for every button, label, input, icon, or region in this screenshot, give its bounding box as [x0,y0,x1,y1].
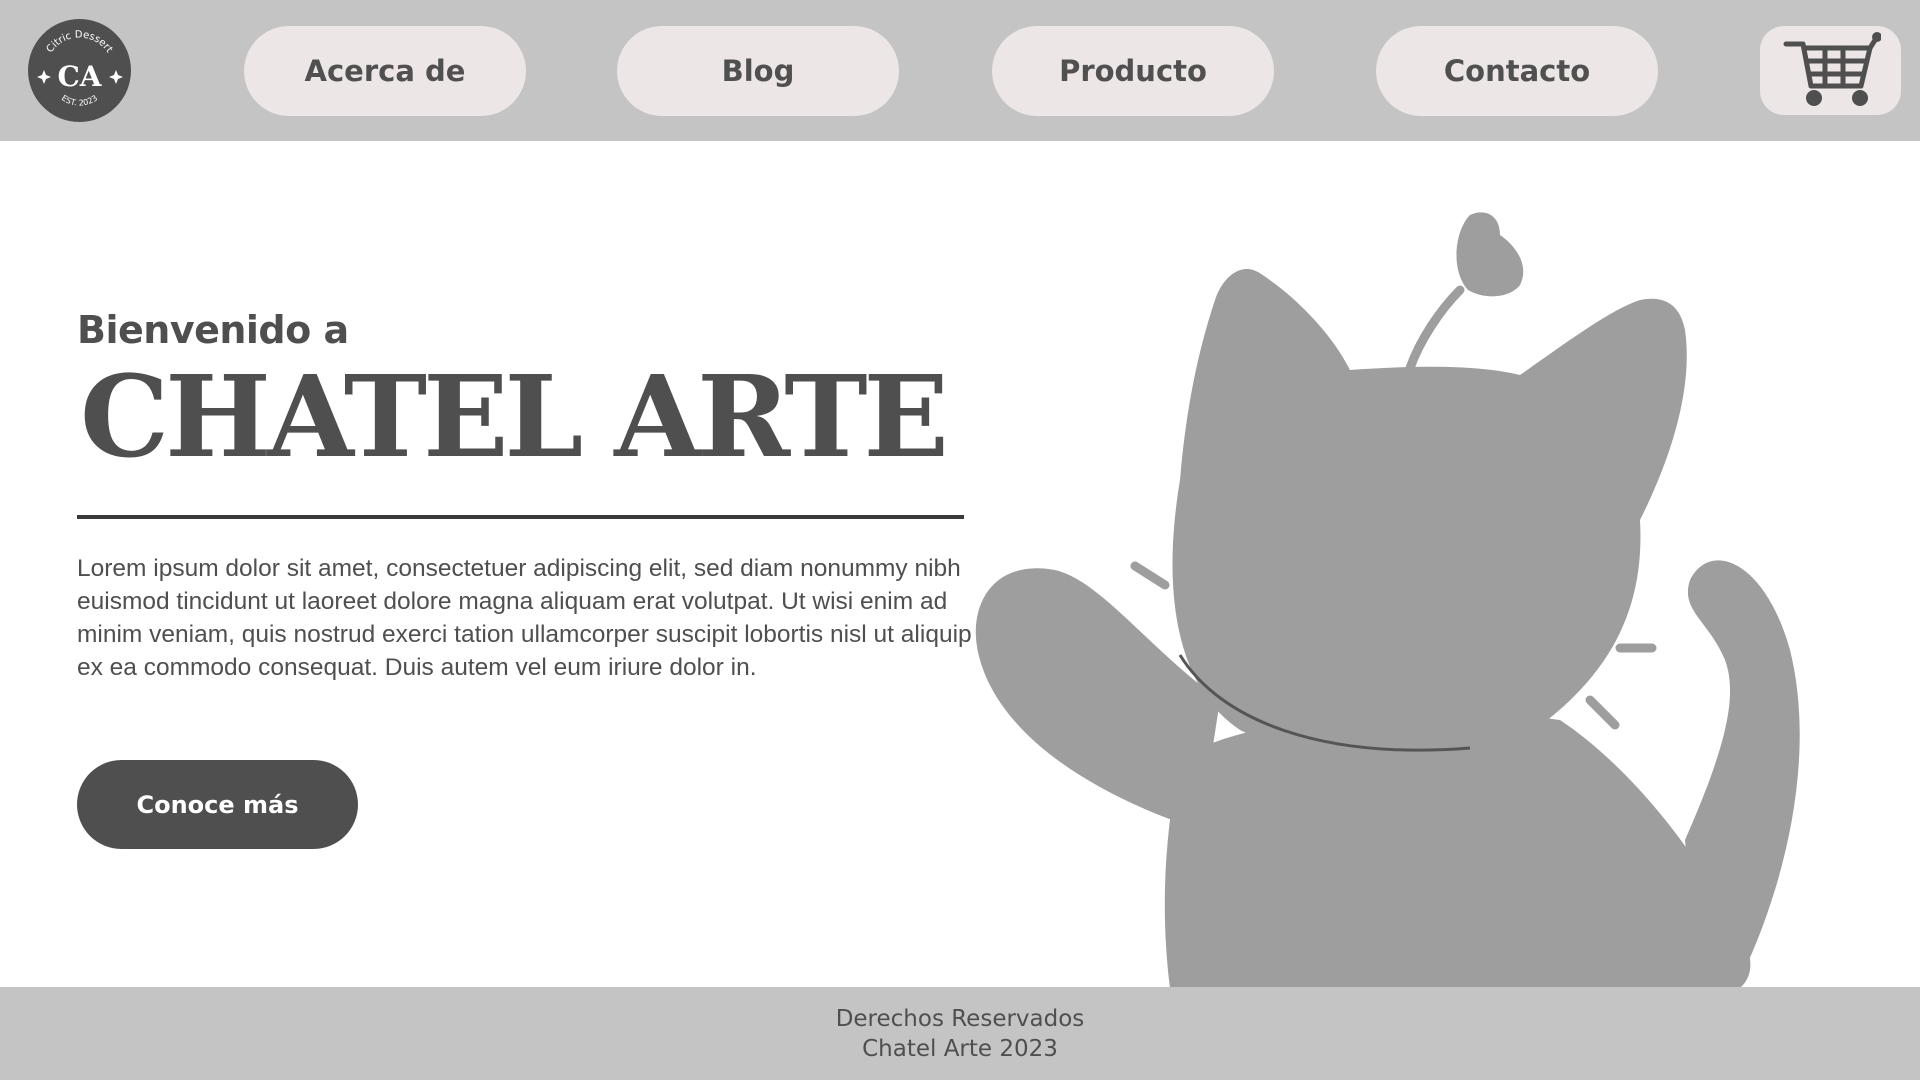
cat-head [1172,268,1687,762]
title-divider [77,515,964,519]
footer-rights: Derechos Reservados [835,1005,1085,1032]
logo-badge-icon: Citric Dessert CA EST. 2023 [37,29,123,108]
nav-blog-button[interactable]: Blog [617,26,899,116]
heart-antenna-icon [1456,212,1524,297]
sparkle-right-icon [109,70,123,84]
hero-description: Lorem ipsum dolor sit amet, consectetuer… [77,555,972,681]
whisker-left [1130,561,1170,590]
nav-contact-button[interactable]: Contacto [1376,26,1658,116]
brand-title: CHATEL ARTE [80,352,949,483]
nav-about-button[interactable]: Acerca de [244,26,526,116]
sparkle-left-icon [37,70,51,84]
whisker-right-bottom [1585,695,1620,730]
brand-logo[interactable]: Citric Dessert CA EST. 2023 [28,19,131,122]
shopping-cart-icon [1783,31,1881,106]
cat-illustration [975,212,1800,990]
logo-monogram: CA [57,60,102,93]
logo-top-text: Citric Dessert [45,29,115,55]
site-header: Citric Dessert CA EST. 2023 Acerca de Bl… [0,0,1920,141]
logo-bottom-text: EST. 2023 [60,93,99,107]
footer-copyright: Chatel Arte 2023 [862,1035,1058,1062]
nav-product-button[interactable]: Producto [992,26,1274,116]
welcome-heading: Bienvenido a [77,308,349,352]
cart-button[interactable] [1760,26,1901,115]
antenna-stem [1405,285,1465,373]
site-footer: Derechos Reservados Chatel Arte 2023 [0,987,1920,1080]
learn-more-button[interactable]: Conoce más [77,760,358,849]
